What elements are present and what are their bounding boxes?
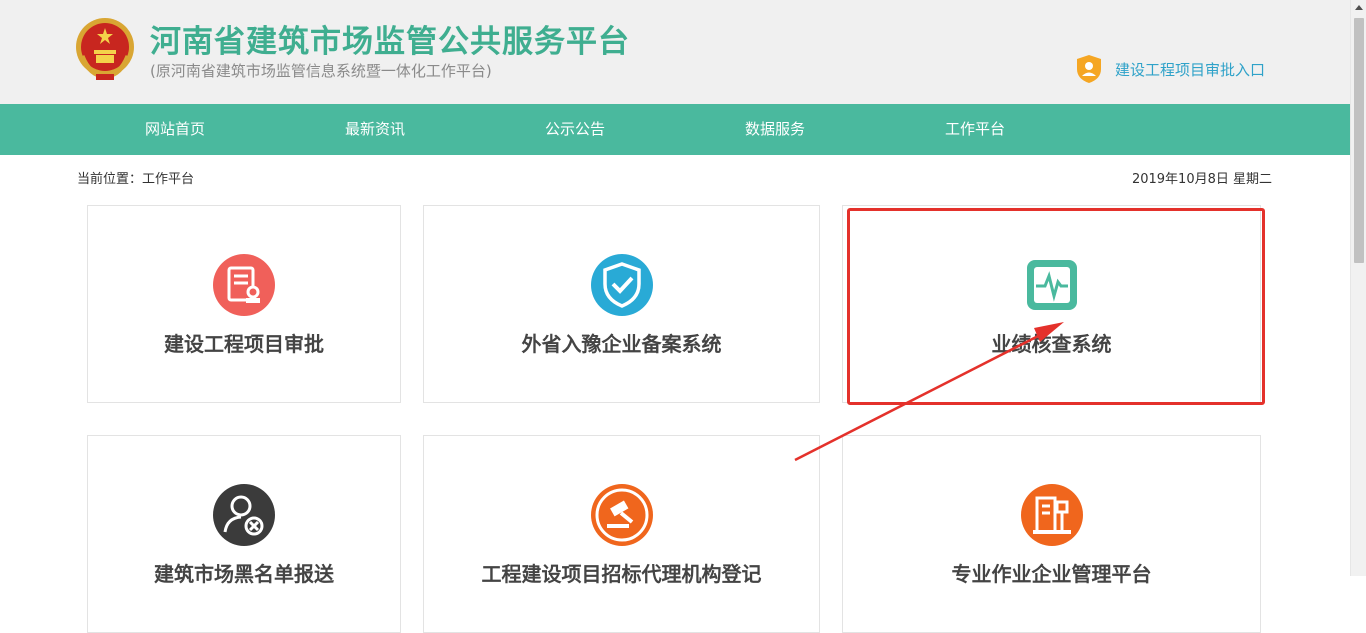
gavel-icon: [590, 484, 653, 546]
card-performance-check[interactable]: 业绩核查系统: [842, 205, 1261, 403]
card-label: 专业作业企业管理平台: [951, 562, 1152, 586]
site-header: 河南省建筑市场监管公共服务平台 (原河南省建筑市场监管信息系统暨一体化工作平台)…: [0, 0, 1350, 104]
user-blocked-icon: [213, 484, 275, 546]
shield-check-icon: [590, 254, 653, 316]
card-label: 建筑市场黑名单报送: [154, 562, 334, 586]
card-project-approval[interactable]: 建设工程项目审批: [87, 205, 401, 403]
card-label: 外省入豫企业备案系统: [521, 332, 722, 356]
scrollbar-thumb[interactable]: [1354, 18, 1364, 263]
nav-item-data-services[interactable]: 数据服务: [675, 104, 875, 155]
nav-item-notices[interactable]: 公示公告: [475, 104, 675, 155]
approval-document-icon: [213, 254, 275, 316]
card-label: 建设工程项目审批: [164, 332, 324, 356]
user-shield-icon: [1077, 55, 1101, 83]
scroll-up-arrow-icon[interactable]: [1351, 0, 1366, 16]
card-label: 业绩核查系统: [991, 332, 1112, 356]
national-emblem-icon: [76, 18, 134, 80]
approval-entry-link[interactable]: 建设工程项目审批入口: [1075, 54, 1265, 84]
nav-item-home[interactable]: 网站首页: [75, 104, 275, 155]
card-label: 工程建设项目招标代理机构登记: [481, 562, 762, 586]
main-nav: 网站首页 最新资讯 公示公告 数据服务 工作平台: [0, 104, 1350, 155]
card-specialty-enterprise-platform[interactable]: 专业作业企业管理平台: [842, 435, 1261, 633]
current-date: 2019年10月8日 星期二: [1131, 172, 1272, 187]
card-bidding-agency-registration[interactable]: 工程建设项目招标代理机构登记: [423, 435, 820, 633]
page-scrollbar[interactable]: [1350, 0, 1366, 576]
site-subtitle: (原河南省建筑市场监管信息系统暨一体化工作平台): [150, 62, 492, 80]
approval-entry-label: 建设工程项目审批入口: [1115, 60, 1266, 79]
nav-item-workbench[interactable]: 工作平台: [875, 104, 1075, 155]
nav-item-news[interactable]: 最新资讯: [275, 104, 475, 155]
breadcrumb: 当前位置：工作平台: [77, 172, 195, 187]
card-foreign-enterprise-filing[interactable]: 外省入豫企业备案系统: [423, 205, 820, 403]
card-blacklist-report[interactable]: 建筑市场黑名单报送: [87, 435, 401, 633]
building-crane-icon: [1020, 484, 1083, 546]
site-title: 河南省建筑市场监管公共服务平台: [150, 24, 630, 60]
monitor-pulse-icon: [1026, 260, 1077, 310]
